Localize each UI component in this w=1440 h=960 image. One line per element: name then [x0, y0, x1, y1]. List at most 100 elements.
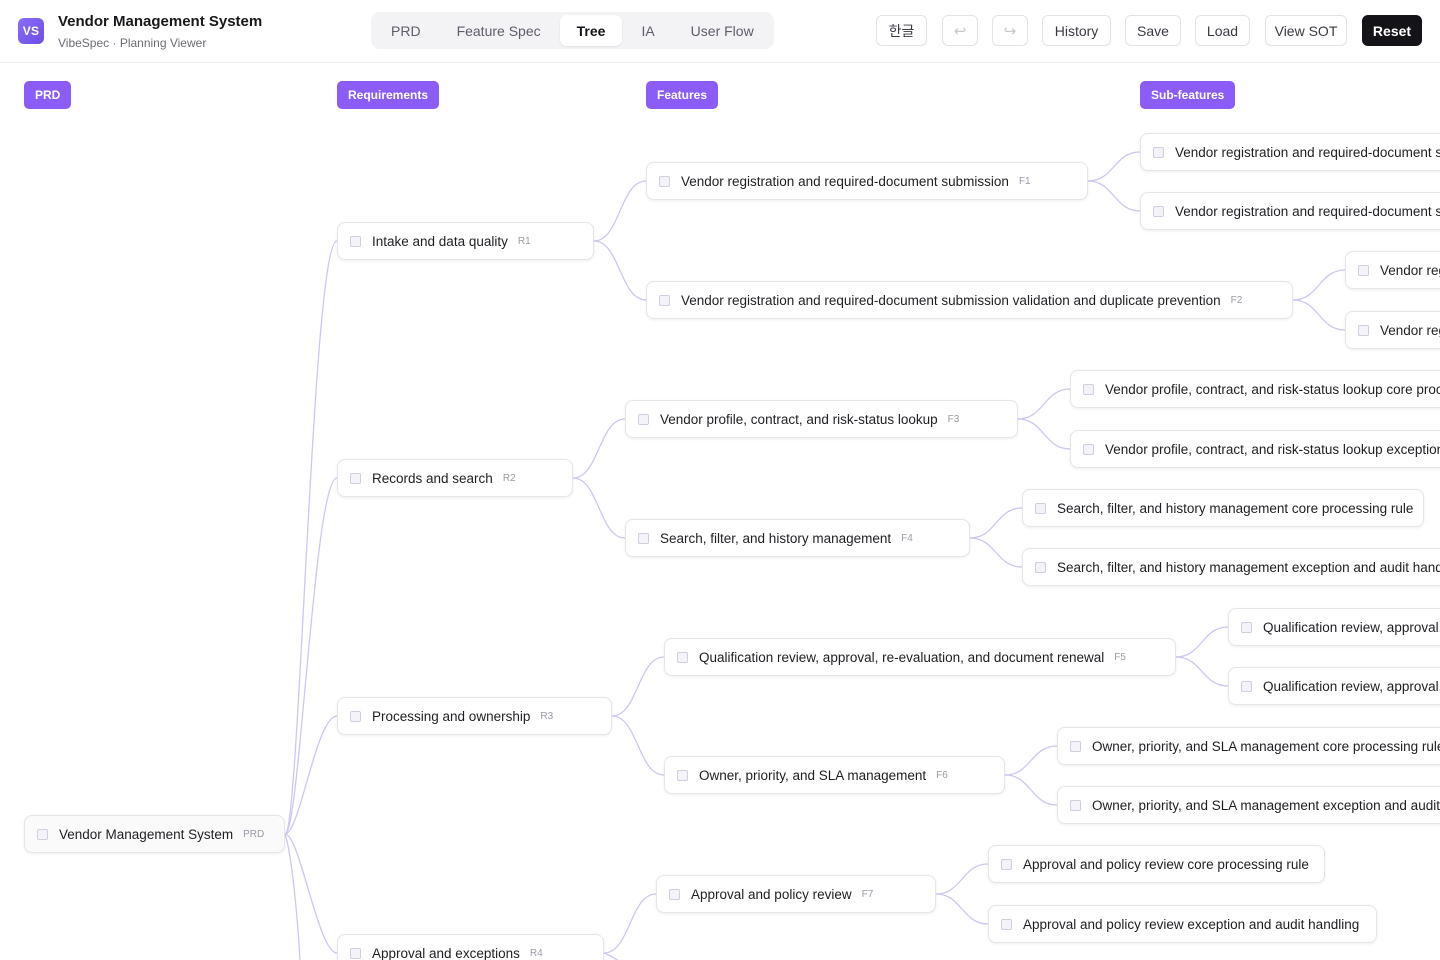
node-label: Search, filter, and history management [660, 530, 892, 546]
node-code: R4 [529, 947, 543, 959]
node-label: Owner, priority, and SLA management core… [1092, 738, 1440, 754]
column-label-subfeatures: Sub-features [1140, 81, 1236, 109]
node-checkbox[interactable] [1070, 799, 1081, 811]
tree-node-subfeature[interactable]: Qualification review, approval, re-evalu… [1228, 608, 1440, 646]
node-checkbox[interactable] [350, 710, 361, 722]
node-code: R3 [540, 710, 554, 722]
undo-icon: ↩ [953, 22, 967, 40]
node-checkbox[interactable] [1083, 443, 1094, 455]
tab-tree[interactable]: Tree [559, 15, 623, 46]
undo-button[interactable]: ↩ [942, 15, 978, 46]
node-checkbox[interactable] [1001, 858, 1012, 870]
node-label: Intake and data quality [372, 233, 508, 249]
node-checkbox[interactable] [1153, 205, 1164, 217]
node-label: Vendor registration and required-documen… [1380, 322, 1440, 338]
column-label-prd: PRD [24, 81, 72, 109]
app-subtitle: VibeSpec · Planning Viewer [58, 36, 207, 50]
node-label: Vendor profile, contract, and risk-statu… [1105, 381, 1440, 397]
node-checkbox[interactable] [638, 532, 649, 544]
node-checkbox[interactable] [659, 175, 670, 187]
node-checkbox[interactable] [1241, 621, 1252, 633]
node-checkbox[interactable] [350, 947, 361, 959]
node-checkbox[interactable] [350, 235, 361, 247]
tree-node-requirement[interactable]: Processing and ownership R3 [337, 697, 612, 735]
node-checkbox[interactable] [669, 888, 680, 900]
tree-node-feature[interactable]: Vendor profile, contract, and risk-statu… [625, 400, 1018, 438]
node-label: Approval and exceptions [372, 945, 520, 960]
tree-node-subfeature[interactable]: Approval and policy review exception and… [988, 905, 1377, 943]
node-checkbox[interactable] [677, 769, 688, 781]
tree-node-subfeature[interactable]: Approval and policy review core processi… [988, 845, 1325, 883]
node-checkbox[interactable] [37, 828, 48, 840]
node-label: Search, filter, and history management c… [1057, 500, 1414, 516]
node-label: Owner, priority, and SLA management [699, 767, 927, 783]
node-label: Qualification review, approval, re-evalu… [1263, 619, 1440, 635]
history-button[interactable]: History [1042, 15, 1111, 46]
save-button[interactable]: Save [1125, 15, 1181, 46]
node-label: Vendor registration and required-documen… [681, 173, 1009, 189]
tree-node-subfeature[interactable]: Vendor profile, contract, and risk-statu… [1070, 370, 1440, 408]
node-checkbox[interactable] [1035, 502, 1046, 514]
tree-node-feature[interactable]: Vendor registration and required-documen… [646, 281, 1293, 319]
node-label: Processing and ownership [372, 708, 531, 724]
tree-node-subfeature[interactable]: Qualification review, approval, re-evalu… [1228, 667, 1440, 705]
node-checkbox[interactable] [677, 651, 688, 663]
load-button[interactable]: Load [1195, 15, 1250, 46]
tab-ia[interactable]: IA [624, 15, 671, 46]
node-checkbox[interactable] [1035, 561, 1046, 573]
tree-node-feature[interactable]: Vendor registration and required-documen… [646, 162, 1088, 200]
tree-node-subfeature[interactable]: Vendor registration and required-documen… [1345, 311, 1440, 349]
tree-node-requirement[interactable]: Approval and exceptions R4 [337, 934, 604, 960]
tab-feature-spec[interactable]: Feature Spec [440, 15, 558, 46]
tree-node-feature[interactable]: Owner, priority, and SLA management F6 [664, 756, 1005, 794]
reset-button[interactable]: Reset [1362, 15, 1422, 46]
node-checkbox[interactable] [1241, 680, 1252, 692]
node-checkbox[interactable] [1358, 324, 1369, 336]
tree-node-subfeature[interactable]: Search, filter, and history management e… [1022, 548, 1440, 586]
tree-node-subfeature[interactable]: Vendor registration and required-documen… [1345, 251, 1440, 289]
node-code: F1 [1018, 175, 1031, 187]
node-label: Vendor registration and required-documen… [1175, 144, 1440, 160]
view-sot-button[interactable]: View SOT [1265, 15, 1347, 46]
node-checkbox[interactable] [1153, 146, 1164, 158]
tree-node-root[interactable]: Vendor Management System PRD [24, 815, 285, 853]
node-checkbox[interactable] [1083, 383, 1094, 395]
node-label: Vendor registration and required-documen… [681, 292, 1221, 308]
node-label: Vendor Management System [59, 826, 234, 842]
node-code: F3 [947, 413, 960, 425]
tree-node-subfeature[interactable]: Owner, priority, and SLA management exce… [1057, 786, 1440, 824]
tree-node-feature[interactable]: Search, filter, and history management F… [625, 519, 970, 557]
tree-node-requirement[interactable]: Records and search R2 [337, 459, 573, 497]
tree-node-feature[interactable]: Qualification review, approval, re-evalu… [664, 638, 1176, 676]
node-checkbox[interactable] [1358, 264, 1369, 276]
node-label: Approval and policy review [691, 886, 852, 902]
tree-node-subfeature[interactable]: Owner, priority, and SLA management core… [1057, 727, 1440, 765]
node-code: F7 [861, 888, 874, 900]
tree-node-feature[interactable]: Approval and policy review F7 [656, 875, 936, 913]
tree-node-subfeature[interactable]: Vendor registration and required-documen… [1140, 133, 1440, 171]
column-label-requirements: Requirements [337, 81, 440, 109]
tree-node-subfeature[interactable]: Vendor registration and required-documen… [1140, 192, 1440, 230]
node-code: PRD [243, 828, 265, 840]
node-code: R2 [502, 472, 516, 484]
language-toggle-button[interactable]: 한글 [876, 15, 927, 46]
node-checkbox[interactable] [1070, 740, 1081, 752]
node-label: Search, filter, and history management e… [1057, 559, 1440, 575]
node-label: Approval and policy review exception and… [1023, 916, 1360, 932]
node-code: R1 [517, 235, 531, 247]
node-code: F5 [1114, 651, 1126, 663]
node-checkbox[interactable] [638, 413, 649, 425]
tree-node-subfeature[interactable]: Vendor profile, contract, and risk-statu… [1070, 430, 1440, 468]
redo-icon: ↪ [1003, 22, 1017, 40]
tab-prd[interactable]: PRD [374, 15, 438, 46]
tree-canvas[interactable]: PRD Requirements Features Sub-features V… [0, 64, 1440, 960]
tree-node-subfeature[interactable]: Search, filter, and history management c… [1022, 489, 1424, 527]
tree-node-requirement[interactable]: Intake and data quality R1 [337, 222, 594, 260]
app-title: Vendor Management System [58, 13, 263, 30]
node-checkbox[interactable] [659, 294, 670, 306]
node-checkbox[interactable] [350, 472, 361, 484]
tab-user-flow[interactable]: User Flow [674, 15, 771, 46]
node-checkbox[interactable] [1001, 918, 1012, 930]
redo-button[interactable]: ↪ [992, 15, 1028, 46]
node-label: Vendor registration and required-documen… [1175, 203, 1440, 219]
